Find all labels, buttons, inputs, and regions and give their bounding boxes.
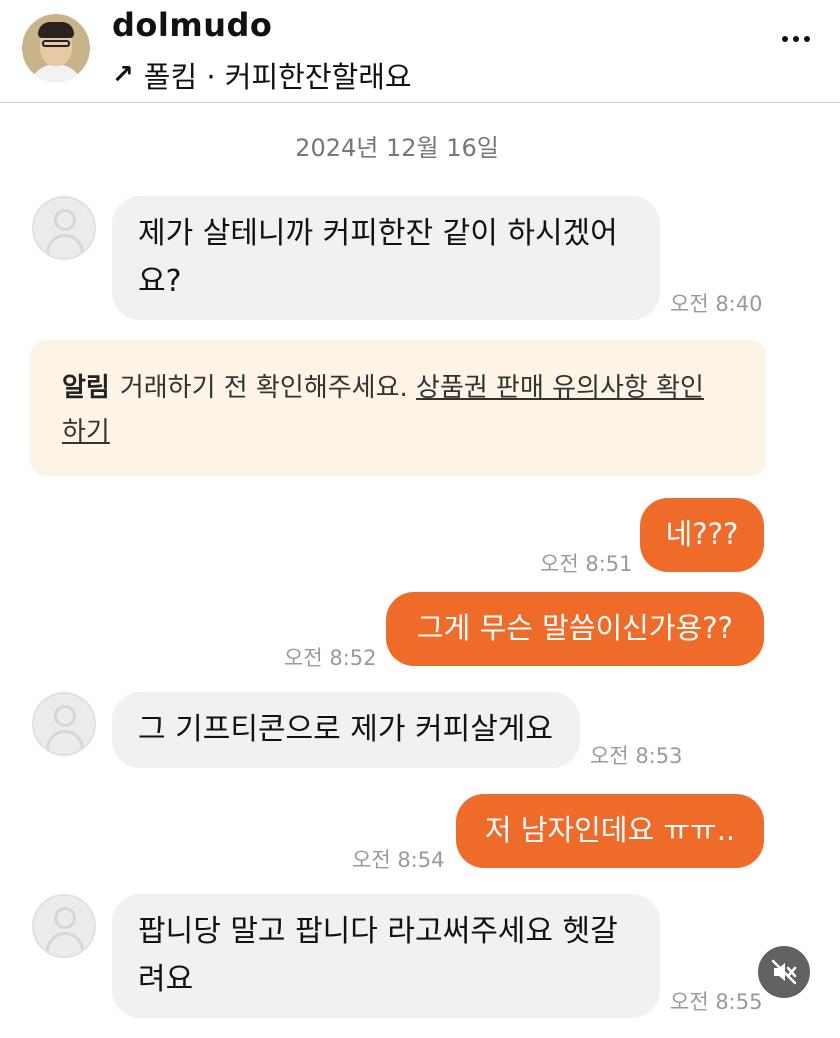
incoming-message: 팝니당 말고 팝니다 라고써주세요 헷갈 려요 <box>112 894 660 1018</box>
post-header: dolmudo ↗ 폴킴 · 커피한잔할래요 <box>0 0 840 103</box>
audio-track[interactable]: ↗ 폴킴 · 커피한잔할래요 <box>112 54 412 96</box>
profile-avatar[interactable] <box>22 14 90 82</box>
sender-avatar[interactable] <box>32 894 96 958</box>
chat-thread: 2024년 12월 16일 제가 살테니까 커피한잔 같이 하시겠어 요? 오전… <box>0 104 840 1038</box>
message-line: 려요 <box>138 962 194 997</box>
notice-tag: 알림 <box>62 373 110 403</box>
message-line: 팝니당 말고 팝니다 라고써주세요 헷갈 <box>138 914 618 949</box>
message-line: 제가 살테니까 커피한잔 같이 하시겠어 <box>138 216 618 251</box>
sender-avatar[interactable] <box>32 196 96 260</box>
incoming-message: 제가 살테니까 커피한잔 같이 하시겠어 요? <box>112 196 660 320</box>
message-time: 오전 8:54 <box>352 848 445 872</box>
sender-avatar[interactable] <box>32 692 96 756</box>
trending-arrow-icon: ↗ <box>112 60 134 90</box>
outgoing-message: 저 남자인데요 ㅠㅠ.. <box>456 794 764 868</box>
message-line: 요? <box>138 264 182 299</box>
speaker-muted-icon[interactable] <box>758 946 810 998</box>
message-time: 오전 8:51 <box>540 552 633 576</box>
incoming-message: 그 기프티콘으로 제가 커피살게요 <box>112 692 580 768</box>
more-dots-icon[interactable] <box>782 36 810 42</box>
message-time: 오전 8:52 <box>284 646 377 670</box>
notice-text: 거래하기 전 확인해주세요. <box>119 373 417 403</box>
trade-notice: 알림 거래하기 전 확인해주세요. 상품권 판매 유의사항 확인 하기 <box>30 340 766 476</box>
username[interactable]: dolmudo <box>112 6 272 44</box>
outgoing-message: 그게 무슨 말씀이신가용?? <box>386 592 764 666</box>
audio-track-label: 폴킴 · 커피한잔할래요 <box>143 60 412 94</box>
message-time: 오전 8:53 <box>590 744 683 768</box>
message-time: 오전 8:40 <box>670 292 763 316</box>
message-time: 오전 8:55 <box>670 990 763 1014</box>
chat-date: 2024년 12월 16일 <box>295 134 499 162</box>
notice-link[interactable]: 상품권 판매 유의사항 확인 <box>416 373 704 403</box>
outgoing-message: 네??? <box>640 498 764 572</box>
notice-link-continued[interactable]: 하기 <box>62 417 110 447</box>
